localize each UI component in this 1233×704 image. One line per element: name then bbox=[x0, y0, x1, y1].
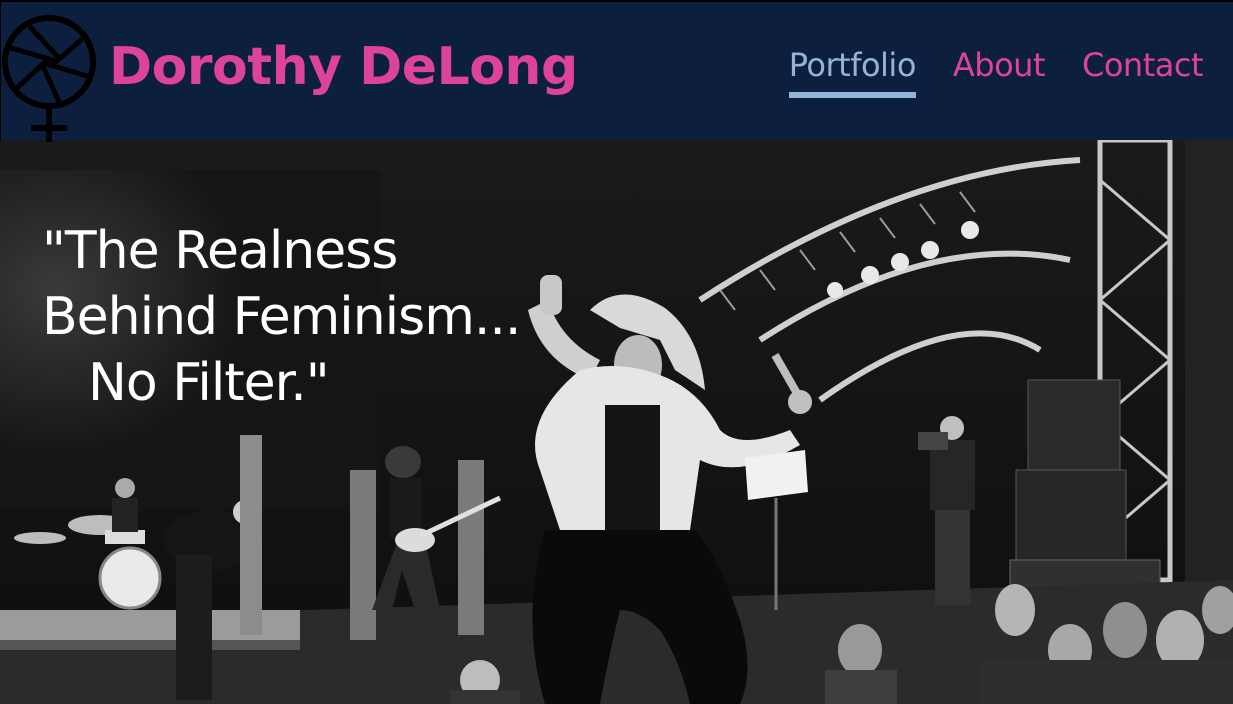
camera-aperture-venus-icon[interactable] bbox=[1, 14, 101, 144]
main-nav: Portfolio About Contact bbox=[788, 42, 1204, 98]
page: Dorothy DeLong Portfolio About Contact "… bbox=[0, 0, 1233, 704]
hero-section: "The Realness Behind Feminism... No Filt… bbox=[0, 140, 1233, 704]
site-title[interactable]: Dorothy DeLong bbox=[109, 32, 578, 102]
hero-quote: "The Realness Behind Feminism... No Filt… bbox=[42, 218, 521, 416]
hero-quote-line-2: Behind Feminism... bbox=[42, 287, 521, 347]
hero-quote-line-3: No Filter." bbox=[88, 353, 330, 413]
nav-about-link[interactable]: About bbox=[953, 42, 1046, 98]
site-header: Dorothy DeLong Portfolio About Contact bbox=[0, 0, 1233, 142]
nav-portfolio-link[interactable]: Portfolio bbox=[788, 42, 916, 98]
hero-quote-line-1: "The Realness bbox=[42, 221, 398, 281]
nav-contact-link[interactable]: Contact bbox=[1082, 42, 1204, 98]
